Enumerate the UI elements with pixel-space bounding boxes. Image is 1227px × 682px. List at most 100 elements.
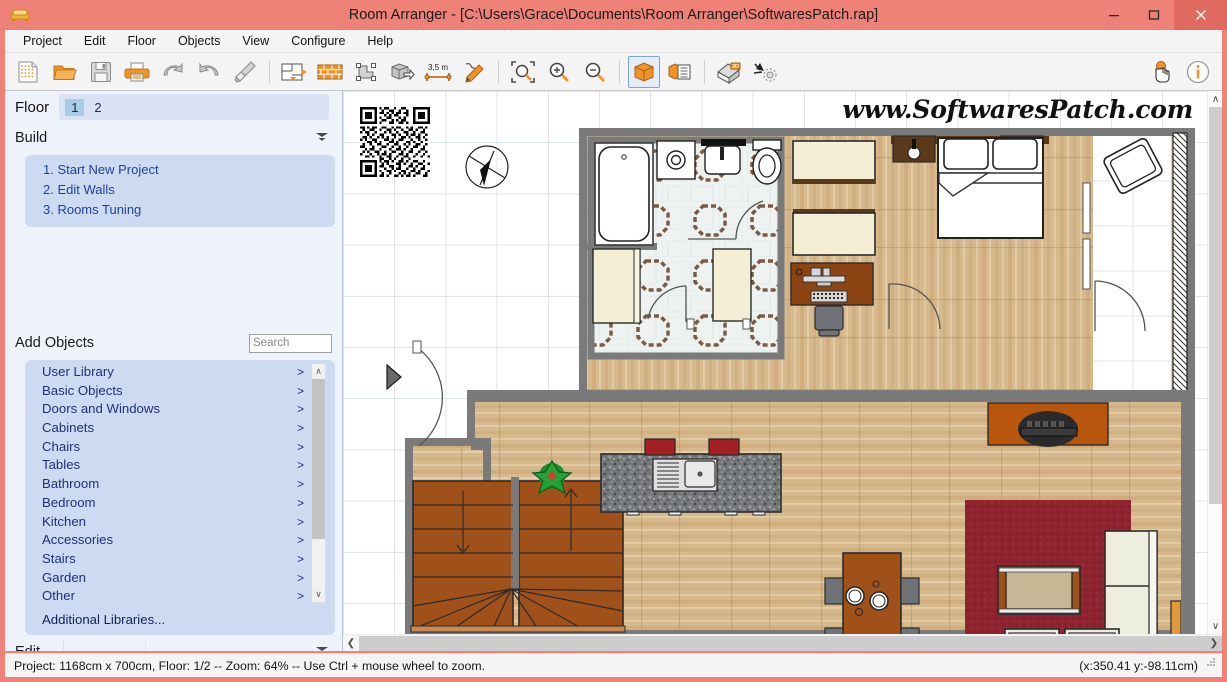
- save-floppy-icon[interactable]: [85, 56, 117, 88]
- room-plan-icon[interactable]: [278, 56, 310, 88]
- build-links-box: 1. Start New Project 2. Edit Walls 3. Ro…: [25, 155, 335, 227]
- application-window: Room Arranger - [C:\Users\Grace\Document…: [0, 0, 1227, 682]
- build-section-header[interactable]: Build: [5, 126, 342, 150]
- library-item-label: Cabinets: [42, 420, 95, 436]
- zoom-out-icon[interactable]: [579, 56, 611, 88]
- floor-tab-1[interactable]: 1: [65, 98, 85, 116]
- library-item-doors-and-windows[interactable]: Doors and Windows >: [25, 400, 317, 419]
- library-item-accessories[interactable]: Accessories >: [25, 531, 317, 550]
- chevron-right-icon: >: [296, 514, 304, 529]
- floor-label: Floor: [15, 98, 50, 116]
- undo-icon[interactable]: [157, 56, 189, 88]
- info-circle-icon[interactable]: [1182, 56, 1214, 88]
- chevron-right-icon: >: [296, 365, 304, 379]
- scroll-right-icon[interactable]: ❯: [1206, 635, 1222, 651]
- library-item-label: Garden: [42, 569, 86, 585]
- minimize-button[interactable]: [1094, 0, 1134, 30]
- zoom-fit-icon[interactable]: [507, 56, 539, 88]
- edit-section-header[interactable]: Edit: [5, 640, 342, 651]
- scroll-up-icon[interactable]: ∧: [312, 364, 325, 379]
- maximize-button[interactable]: [1134, 0, 1174, 30]
- print-icon[interactable]: [121, 56, 153, 88]
- render-burst-icon[interactable]: [749, 56, 781, 88]
- library-item-cabinets[interactable]: Cabinets >: [25, 419, 317, 438]
- pencil-draw-icon[interactable]: [458, 56, 490, 88]
- chevron-right-icon: >: [296, 477, 304, 492]
- build-link-rooms-tuning[interactable]: 3. Rooms Tuning: [43, 200, 335, 220]
- new-project-icon[interactable]: [13, 56, 45, 88]
- brick-wall-icon[interactable]: [314, 56, 346, 88]
- library-item-basic-objects[interactable]: Basic Objects >: [25, 382, 317, 401]
- add-objects-title: Add Objects: [15, 335, 94, 351]
- chevron-right-icon: >: [296, 551, 304, 566]
- close-button[interactable]: [1174, 0, 1227, 30]
- library-item-bedroom[interactable]: Bedroom >: [25, 494, 317, 513]
- zoom-in-icon[interactable]: [543, 56, 575, 88]
- floorplan-canvas-area[interactable]: www.SoftwaresPatch.com ∧ ∨ ❮ ❯: [343, 91, 1222, 651]
- library-item-label: Basic Objects: [42, 382, 123, 398]
- menu-configure[interactable]: Configure: [282, 31, 354, 51]
- menu-help[interactable]: Help: [358, 31, 402, 51]
- redo-icon[interactable]: [193, 56, 225, 88]
- canvas-horizontal-scrollbar[interactable]: ❮ ❯: [343, 634, 1222, 651]
- chevron-right-icon: >: [296, 570, 304, 585]
- menu-floor[interactable]: Floor: [118, 31, 164, 51]
- chevron-right-icon: >: [296, 402, 304, 417]
- floorplan-canvas[interactable]: www.SoftwaresPatch.com: [343, 91, 1207, 634]
- scroll-down-icon[interactable]: ∨: [312, 587, 325, 602]
- scroll-down-icon[interactable]: ∨: [1208, 618, 1222, 634]
- window-title: Room Arranger - [C:\Users\Grace\Document…: [348, 7, 879, 23]
- canvas-hscroll-thumb[interactable]: [359, 636, 1222, 651]
- search-input[interactable]: Search: [249, 334, 332, 353]
- library-item-chairs[interactable]: Chairs >: [25, 438, 317, 457]
- build-link-start-new-project[interactable]: 1. Start New Project: [43, 160, 335, 180]
- library-catalog-icon[interactable]: [664, 56, 696, 88]
- additional-libraries-link[interactable]: Additional Libraries...: [42, 612, 165, 627]
- library-item-tables[interactable]: Tables >: [25, 456, 317, 475]
- library-item-stairs[interactable]: Stairs >: [25, 550, 317, 569]
- library-item-garden[interactable]: Garden >: [25, 569, 317, 588]
- watermark-text: www.SoftwaresPatch.com: [842, 95, 1193, 124]
- hand-pointer-icon[interactable]: [1146, 56, 1178, 88]
- chevron-right-icon: >: [296, 589, 304, 603]
- library-scrollbar[interactable]: ∧ ∨: [311, 363, 326, 603]
- paint-brush-icon[interactable]: [229, 56, 261, 88]
- chevron-right-icon: >: [296, 439, 304, 454]
- build-link-edit-walls[interactable]: 2. Edit Walls: [43, 180, 335, 200]
- title-bar: Room Arranger - [C:\Users\Grace\Document…: [0, 0, 1227, 30]
- library-item-label: Other: [42, 588, 75, 603]
- toolbar-separator: [498, 59, 499, 84]
- menu-view[interactable]: View: [233, 31, 278, 51]
- canvas-vscroll-thumb[interactable]: [1209, 107, 1222, 504]
- menu-project[interactable]: Project: [14, 31, 71, 51]
- library-item-bathroom[interactable]: Bathroom >: [25, 475, 317, 494]
- dimension-icon[interactable]: 3,5 m: [422, 56, 454, 88]
- scroll-left-icon[interactable]: ❮: [343, 635, 359, 651]
- menu-edit[interactable]: Edit: [75, 31, 115, 51]
- chevron-down-icon[interactable]: [315, 130, 329, 146]
- floor-tab-group: 1 2: [59, 94, 330, 120]
- floorplan-drawing[interactable]: [343, 91, 1207, 634]
- chevron-right-icon: >: [296, 458, 304, 473]
- object-library-list: User Library > Basic Objects > Doors and…: [25, 363, 317, 603]
- floor-selector: Floor 1 2: [5, 91, 342, 123]
- library-item-user-library[interactable]: User Library >: [25, 363, 317, 382]
- chevron-right-icon: >: [296, 495, 304, 510]
- chevron-right-icon: >: [296, 383, 304, 398]
- library-item-other[interactable]: Other >: [25, 587, 317, 603]
- library-item-label: Bathroom: [42, 476, 100, 492]
- house-3d-icon[interactable]: 3D: [713, 56, 745, 88]
- resize-grip-icon[interactable]: [1205, 655, 1217, 673]
- extrude-box-icon[interactable]: [386, 56, 418, 88]
- scroll-up-icon[interactable]: ∧: [1208, 91, 1222, 107]
- library-scroll-thumb[interactable]: [312, 379, 325, 539]
- menu-objects[interactable]: Objects: [169, 31, 229, 51]
- view-3d-box-icon[interactable]: [628, 55, 660, 88]
- canvas-vertical-scrollbar[interactable]: ∧ ∨: [1207, 91, 1222, 634]
- chevron-down-icon[interactable]: [315, 644, 329, 651]
- library-item-kitchen[interactable]: Kitchen >: [25, 513, 317, 532]
- floor-tab-2[interactable]: 2: [88, 99, 107, 116]
- open-folder-icon[interactable]: [49, 56, 81, 88]
- select-shape-icon[interactable]: [350, 56, 382, 88]
- left-sidebar: Floor 1 2 Build 1. Start New Project 2. …: [5, 91, 343, 651]
